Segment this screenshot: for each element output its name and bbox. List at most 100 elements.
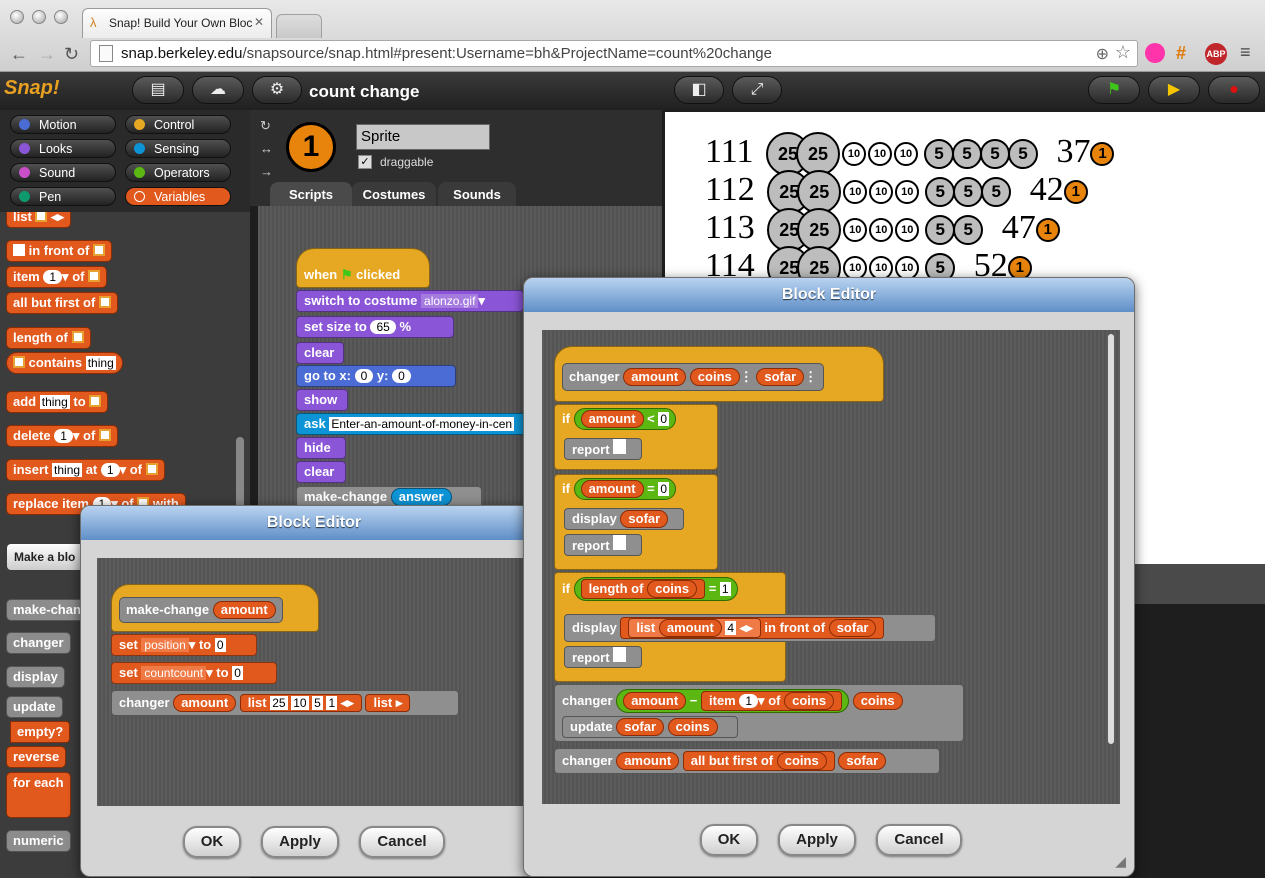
show-block[interactable]: show xyxy=(296,389,348,411)
reload-icon[interactable]: ↻ xyxy=(64,44,79,65)
cancel-button[interactable]: Cancel xyxy=(876,824,962,856)
apply-button[interactable]: Apply xyxy=(778,824,856,856)
green-flag-button[interactable]: ⚑ xyxy=(1088,76,1140,104)
when-flag-clicked-hat[interactable]: when ⚑ clicked xyxy=(296,248,430,288)
zoom-window-button[interactable] xyxy=(54,10,68,24)
set-size-block[interactable]: set size to 65 % xyxy=(296,316,454,338)
contains-block[interactable]: contains thing xyxy=(6,352,123,374)
report-block-3[interactable]: report xyxy=(564,646,642,668)
category-variables[interactable]: Variables xyxy=(125,187,231,206)
clear-block-2[interactable]: clear xyxy=(296,461,346,483)
make-change-hat[interactable]: make-change amount xyxy=(111,584,319,632)
category-sensing[interactable]: Sensing xyxy=(125,139,231,158)
tab-sounds[interactable]: Sounds xyxy=(438,182,516,206)
list-block[interactable]: list ◂▸ xyxy=(6,212,72,228)
green-flag-icon: ⚑ xyxy=(340,267,353,282)
sprite-name-field[interactable]: Sprite xyxy=(356,124,490,150)
changer-hat[interactable]: changer amount coins ⋮ sofar ⋮ xyxy=(554,346,884,402)
category-control[interactable]: Control xyxy=(125,115,231,134)
ok-button[interactable]: OK xyxy=(700,824,758,856)
rotate-icon[interactable]: ↻ xyxy=(260,118,271,134)
url-field[interactable]: snap.berkeley.edu/snapsource/snap.html#p… xyxy=(90,40,1138,67)
for-each-palette-block[interactable]: for each xyxy=(6,772,71,818)
category-pen[interactable]: Pen xyxy=(10,187,116,206)
dime-icon: 10 xyxy=(867,142,892,166)
category-sound[interactable]: Sound xyxy=(10,163,116,182)
changer-all-but-first-block[interactable]: changer amount all but first of coins so… xyxy=(554,748,940,774)
numeric-palette-block[interactable]: numeric xyxy=(6,830,71,852)
cloud-menu-button[interactable]: ☁ xyxy=(192,76,244,104)
sprite-thumbnail[interactable]: 1 xyxy=(286,122,336,172)
hashtag-extension-icon[interactable]: # xyxy=(1176,43,1186,64)
ok-button[interactable]: OK xyxy=(183,826,241,858)
menu-icon[interactable]: ≡ xyxy=(1240,42,1251,63)
nickel-icon: 5 xyxy=(953,177,984,207)
block-editor-canvas[interactable]: changer amount coins ⋮ sofar ⋮ if amount <… xyxy=(542,330,1120,804)
minimize-window-button[interactable] xyxy=(32,10,46,24)
all-but-first-block[interactable]: all but first of xyxy=(6,292,118,314)
empty-palette-block[interactable]: empty? xyxy=(10,721,71,743)
clear-block[interactable]: clear xyxy=(296,342,344,364)
penny-icon: 1 xyxy=(1063,180,1088,204)
stage-size-button[interactable]: ◧ xyxy=(674,76,724,104)
new-tab-button[interactable] xyxy=(276,14,322,38)
display-sofar-block[interactable]: display sofar xyxy=(564,508,684,530)
hide-block[interactable]: hide xyxy=(296,437,346,459)
switch-costume-block[interactable]: switch to costume alonzo.gif ▾ xyxy=(296,290,524,312)
file-menu-button[interactable]: ▤ xyxy=(132,76,184,104)
ask-block[interactable]: ask Enter-an-amount-of-money-in-cen xyxy=(296,413,536,435)
back-icon[interactable]: ← xyxy=(10,44,28,65)
set-position-block[interactable]: set position ▾ to 0 xyxy=(111,634,257,656)
draggable-checkbox[interactable]: ✓ xyxy=(358,155,372,169)
in-front-of-block[interactable]: in front of xyxy=(6,240,112,262)
no-rotate-icon[interactable]: → xyxy=(260,164,273,179)
report-block[interactable]: report xyxy=(564,438,642,460)
apply-button[interactable]: Apply xyxy=(261,826,339,858)
reverse-palette-block[interactable]: reverse xyxy=(6,746,67,768)
browser-chrome: λ Snap! Build Your Own Bloc ✕ ← → ↻ snap.b… xyxy=(0,0,1265,72)
pause-button[interactable]: ▶ xyxy=(1148,76,1200,104)
report-block-2[interactable]: report xyxy=(564,534,642,556)
if-amount-lt-0[interactable]: if amount < 0 xyxy=(554,404,718,470)
category-motion[interactable]: Motion xyxy=(10,115,116,134)
close-tab-icon[interactable]: ✕ xyxy=(254,15,264,29)
close-window-button[interactable] xyxy=(10,10,24,24)
block-editor-canvas[interactable]: make-change amount set position ▾ to 0 se… xyxy=(97,558,533,806)
snap-logo[interactable]: Snap! xyxy=(4,77,60,100)
presentation-mode-button[interactable]: ⤢ xyxy=(732,76,782,104)
editor-scrollbar[interactable] xyxy=(1108,334,1114,744)
zoom-icon[interactable]: ⊕ xyxy=(1096,44,1109,64)
green-flag-icon: ⚑ xyxy=(1106,81,1122,98)
tab-costumes[interactable]: Costumes xyxy=(352,182,436,206)
settings-menu-button[interactable]: ⚙ xyxy=(252,76,302,104)
flip-icon[interactable]: ↔ xyxy=(260,141,273,156)
gear-icon: ⚙ xyxy=(269,81,285,98)
update-sofar-coins-block[interactable]: update sofar coins xyxy=(562,716,738,738)
adblock-icon[interactable]: ABP xyxy=(1205,43,1227,65)
category-looks[interactable]: Looks xyxy=(10,139,116,158)
changer-palette-block[interactable]: changer xyxy=(6,632,71,654)
resize-handle-icon[interactable]: ◢ xyxy=(1115,853,1126,870)
display-list-in-front-of-block[interactable]: display list amount 4 ◂▸ in front of sof… xyxy=(564,614,936,642)
stop-button[interactable]: ● xyxy=(1208,76,1260,104)
length-of-block[interactable]: length of xyxy=(6,327,91,349)
cancel-button[interactable]: Cancel xyxy=(359,826,445,858)
browser-tab[interactable]: λ Snap! Build Your Own Bloc ✕ xyxy=(82,8,272,38)
nickel-icon: 5 xyxy=(925,215,956,245)
insert-block[interactable]: insert thing at 1 ▾ of xyxy=(6,459,165,481)
tab-scripts[interactable]: Scripts xyxy=(270,182,352,206)
go-to-xy-block[interactable]: go to x: 0 y: 0 xyxy=(296,365,456,387)
extension-icon[interactable] xyxy=(1145,43,1165,63)
display-palette-block[interactable]: display xyxy=(6,666,65,688)
delete-block[interactable]: delete 1 ▾ of xyxy=(6,425,118,447)
stage-row: 112 25 25 10 10 10 5 5 5 42 1 xyxy=(705,170,1088,214)
set-countcount-block[interactable]: set countcount ▾ to 0 xyxy=(111,662,277,684)
category-operators[interactable]: Operators xyxy=(125,163,231,182)
row-total: 47 xyxy=(1001,208,1036,246)
changer-call-block[interactable]: changer amount list 25 10 5 1 ◂▸ list ▸ xyxy=(111,690,459,716)
item-of-block[interactable]: item 1 ▾ of xyxy=(6,266,108,288)
forward-icon[interactable]: → xyxy=(38,44,56,65)
bookmark-star-icon[interactable]: ☆ xyxy=(1115,42,1131,63)
update-palette-block[interactable]: update xyxy=(6,696,63,718)
add-block[interactable]: add thing to xyxy=(6,391,109,413)
